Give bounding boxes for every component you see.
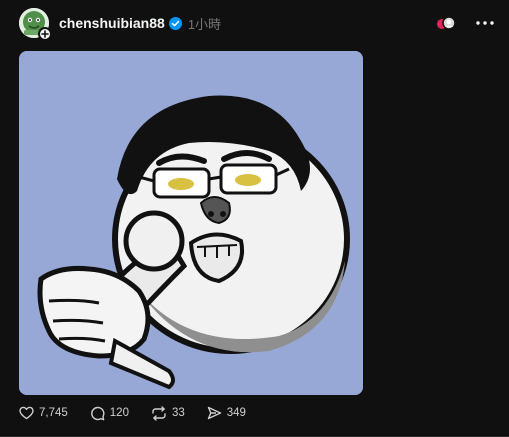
repost-icon (152, 405, 166, 421)
post-image[interactable] (19, 51, 363, 395)
plus-icon (41, 30, 49, 38)
like-button[interactable]: 7,745 (19, 406, 68, 420)
more-horizontal-icon (476, 21, 494, 25)
post-actions: 7,745 120 33 349 (19, 405, 268, 421)
verified-badge-icon (168, 16, 182, 30)
comment-icon (90, 406, 105, 420)
comment-count: 120 (109, 407, 129, 419)
repost-count: 33 (171, 407, 185, 419)
comment-button[interactable]: 120 (90, 406, 129, 421)
more-options-button[interactable] (475, 13, 495, 33)
post-header: chenshuibian88 1小時 (19, 8, 495, 41)
follow-button[interactable] (38, 27, 52, 41)
share-button[interactable]: 349 (207, 406, 246, 420)
username[interactable]: chenshuibian88 (59, 15, 165, 31)
heart-icon (19, 406, 34, 420)
share-count: 349 (226, 407, 246, 419)
reaction-avatars[interactable] (435, 16, 457, 30)
thread-post: chenshuibian88 1小時 7,745 120 33 349 (0, 0, 509, 437)
share-icon (207, 406, 221, 420)
like-count: 7,745 (39, 407, 68, 419)
post-timestamp[interactable]: 1小時 (188, 14, 221, 33)
repost-button[interactable]: 33 (151, 405, 185, 421)
avatar-container[interactable] (19, 8, 52, 41)
reaction-avatars-icon (437, 16, 456, 30)
cartoon-pointing-man-illustration (19, 51, 363, 395)
